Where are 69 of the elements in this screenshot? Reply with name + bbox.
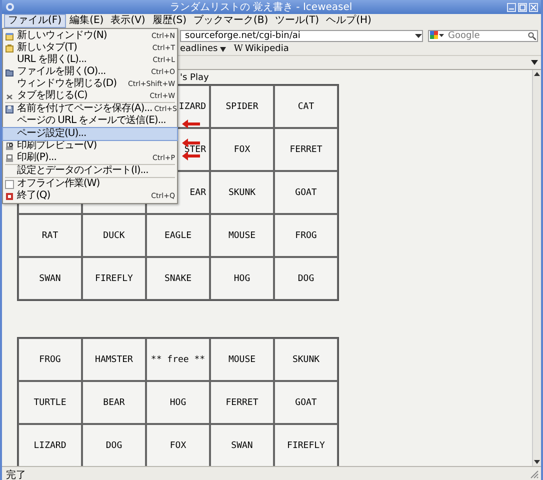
bingo-cell: LIZARD bbox=[18, 424, 82, 466]
bingo-cell: HOG bbox=[146, 381, 210, 424]
bingo-cell: SKUNK bbox=[274, 338, 338, 381]
menu-item[interactable]: ツール(T) bbox=[272, 14, 322, 28]
bingo-cell: SNAKE bbox=[146, 257, 210, 300]
save-icon bbox=[5, 104, 14, 114]
menu-item[interactable]: ブックマーク(B) bbox=[190, 14, 272, 28]
bingo-cell: HOG bbox=[210, 257, 274, 300]
url-field[interactable]: sourceforge.net/cgi-bin/ai bbox=[180, 30, 423, 42]
window-icon bbox=[5, 32, 14, 40]
printer-icon bbox=[5, 154, 14, 162]
page-heading: 's Play bbox=[180, 72, 209, 84]
tab-list-icon[interactable] bbox=[531, 60, 538, 65]
bingo-cell: CAT bbox=[274, 85, 338, 128]
bingo-cell: FROG bbox=[18, 338, 82, 381]
folder-icon bbox=[5, 68, 14, 76]
search-field[interactable]: Google bbox=[428, 30, 538, 42]
window-title: ランダムリストの 覚え書き - Iceweasel bbox=[168, 0, 354, 14]
bingo-cell: MOUSE bbox=[210, 214, 274, 257]
bingo-cell: FIREFLY bbox=[82, 257, 146, 300]
menu-item[interactable]: オフライン作業(W) bbox=[3, 178, 177, 190]
site-icon: W bbox=[234, 44, 243, 54]
menu-item[interactable]: 編集(E) bbox=[66, 14, 107, 28]
bingo-cell: MOUSE bbox=[210, 338, 274, 381]
caret-icon bbox=[220, 46, 226, 52]
scrollbar[interactable] bbox=[532, 70, 541, 466]
dropdown-icon[interactable] bbox=[415, 32, 422, 38]
bookmark[interactable]: eadlines bbox=[180, 44, 226, 54]
bingo-cell: GOAT bbox=[274, 381, 338, 424]
bingo-cell: DOG bbox=[82, 424, 146, 466]
bingo-cell: SWAN bbox=[210, 424, 274, 466]
status-text: 完了 bbox=[6, 468, 26, 480]
bingo-cell: FROG bbox=[274, 214, 338, 257]
bingo-cell: SWAN bbox=[18, 257, 82, 300]
bingo-cell: FERRET bbox=[274, 128, 338, 171]
exit-icon bbox=[5, 192, 14, 200]
bingo-cell: FIREFLY bbox=[274, 424, 338, 466]
bookmark[interactable]: W Wikipedia bbox=[234, 44, 289, 54]
pointer-arrow bbox=[181, 151, 201, 161]
bingo-cell: TURTLE bbox=[18, 381, 82, 424]
close-icon bbox=[5, 92, 14, 100]
resize-grip-icon[interactable] bbox=[530, 470, 539, 479]
bingo-cell: FOX bbox=[210, 128, 274, 171]
menu-item[interactable]: 表示(V) bbox=[108, 14, 148, 28]
bingo-cell: DUCK bbox=[82, 214, 146, 257]
bingo-cell: FERRET bbox=[210, 381, 274, 424]
maximize-icon[interactable] bbox=[518, 2, 527, 12]
menu-item[interactable]: ヘルプ(H) bbox=[323, 14, 374, 28]
checkbox[interactable] bbox=[5, 180, 14, 188]
print-preview-icon bbox=[5, 142, 14, 150]
bingo-cell: DOG bbox=[274, 257, 338, 300]
tab-icon bbox=[5, 44, 14, 52]
menu-item[interactable]: ファイル(F) bbox=[4, 14, 66, 28]
minimize-icon[interactable] bbox=[507, 2, 516, 12]
pointer-arrow bbox=[181, 119, 201, 129]
search-icon[interactable] bbox=[528, 32, 536, 40]
bingo-cell: HAMSTER bbox=[82, 338, 146, 381]
bingo-cell: GOAT bbox=[274, 171, 338, 214]
bingo-cell: ** free ** bbox=[146, 338, 210, 381]
menu-item[interactable]: 履歴(S) bbox=[149, 14, 190, 28]
bingo-cell: FOX bbox=[146, 424, 210, 466]
app-icon bbox=[5, 2, 15, 12]
close-icon[interactable] bbox=[529, 2, 538, 12]
bingo-cell: BEAR bbox=[82, 381, 146, 424]
bingo-cell: RAT bbox=[18, 214, 82, 257]
bingo-cell: SPIDER bbox=[210, 85, 274, 128]
bingo-cell: EAGLE bbox=[146, 214, 210, 257]
bingo-cell: SKUNK bbox=[210, 171, 274, 214]
engine-icon[interactable] bbox=[430, 31, 444, 40]
